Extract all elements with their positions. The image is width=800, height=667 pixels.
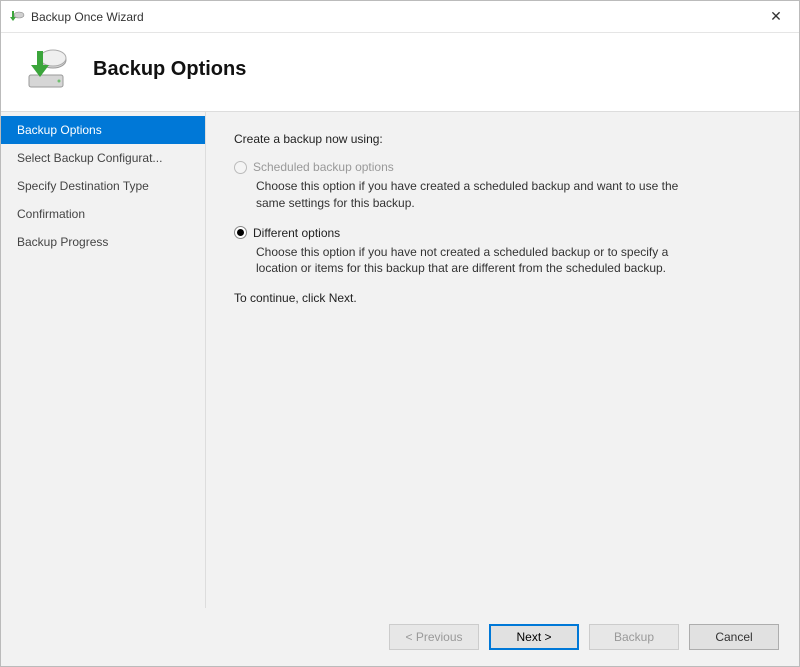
option-different-label: Different options xyxy=(253,226,340,240)
step-select-backup-config[interactable]: Select Backup Configurat... xyxy=(1,144,205,172)
options-prompt: Create a backup now using: xyxy=(234,132,771,146)
step-specify-destination[interactable]: Specify Destination Type xyxy=(1,172,205,200)
wizard-body: Backup Options Select Backup Configurat.… xyxy=(1,111,799,608)
step-confirmation[interactable]: Confirmation xyxy=(1,200,205,228)
radio-different[interactable] xyxy=(234,226,247,239)
step-backup-progress[interactable]: Backup Progress xyxy=(1,228,205,256)
page-heading: Backup Options xyxy=(93,58,246,81)
option-scheduled-description: Choose this option if you have created a… xyxy=(256,178,686,212)
window-title: Backup Once Wizard xyxy=(31,10,144,24)
option-scheduled: Scheduled backup options Choose this opt… xyxy=(234,160,771,212)
wizard-main: Create a backup now using: Scheduled bac… xyxy=(206,112,799,608)
titlebar: Backup Once Wizard ✕ xyxy=(1,1,799,33)
option-different-description: Choose this option if you have not creat… xyxy=(256,244,686,278)
step-backup-options[interactable]: Backup Options xyxy=(1,116,205,144)
radio-scheduled xyxy=(234,161,247,174)
wizard-footer: < Previous Next > Backup Cancel xyxy=(1,608,799,666)
option-scheduled-label: Scheduled backup options xyxy=(253,160,394,174)
wizard-window: Backup Once Wizard ✕ Backup Options Back… xyxy=(0,0,800,667)
close-icon[interactable]: ✕ xyxy=(761,8,791,25)
wizard-header: Backup Options xyxy=(1,33,799,111)
backup-large-icon xyxy=(21,45,69,93)
continue-hint: To continue, click Next. xyxy=(234,291,771,305)
option-different[interactable]: Different options Choose this option if … xyxy=(234,226,771,278)
cancel-button[interactable]: Cancel xyxy=(689,624,779,650)
backup-app-icon xyxy=(9,9,25,25)
next-button[interactable]: Next > xyxy=(489,624,579,650)
wizard-steps-sidebar: Backup Options Select Backup Configurat.… xyxy=(1,112,206,608)
backup-button: Backup xyxy=(589,624,679,650)
previous-button: < Previous xyxy=(389,624,479,650)
